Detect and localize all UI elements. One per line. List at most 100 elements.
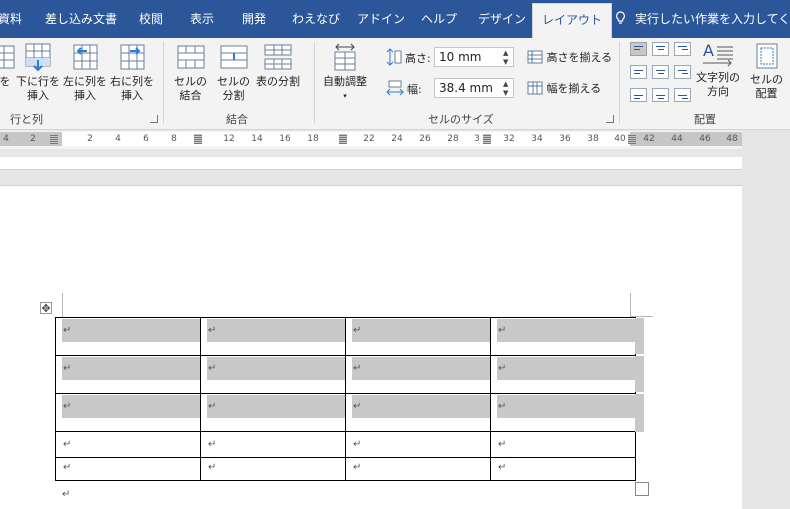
- tab-addins[interactable]: アドイン: [357, 0, 405, 38]
- table-cell[interactable]: ↵: [490, 393, 636, 432]
- split-cells-label-2: 分割: [222, 89, 245, 102]
- distribute-rows-button[interactable]: 高さを揃える: [527, 49, 612, 65]
- tab-table-layout[interactable]: レイアウト: [532, 3, 613, 38]
- insert-left-button[interactable]: 左に列を 挿入: [63, 42, 107, 103]
- table-cell[interactable]: ↵: [55, 317, 201, 356]
- split-table-button[interactable]: 表の分割: [256, 42, 300, 89]
- split-cells-button[interactable]: セルの 分割: [217, 42, 250, 103]
- ruler-tick: 18: [307, 134, 319, 144]
- previous-page-bottom: [0, 157, 742, 170]
- row-height-down-icon[interactable]: ▼: [503, 58, 511, 66]
- column-marker[interactable]: [483, 134, 491, 144]
- insert-right-label-1: 右に列を: [110, 75, 154, 88]
- insert-left-label-1: 左に列を: [63, 75, 107, 88]
- tell-me-search[interactable]: 実行したい作業を入力してくださ: [615, 0, 790, 38]
- group-label-rows-cols: 行と列: [10, 113, 43, 126]
- table-cell[interactable]: ↵: [55, 393, 201, 432]
- align-bottom-right-button[interactable]: [674, 88, 691, 102]
- row-height-up-icon[interactable]: ▲: [503, 49, 511, 57]
- distribute-columns-label: 幅を揃える: [546, 82, 602, 95]
- table-resize-handle-icon[interactable]: [635, 482, 649, 496]
- end-of-cell-mark: ↵: [208, 439, 217, 450]
- merge-cells-label-2: 結合: [179, 89, 202, 102]
- horizontal-ruler[interactable]: 4 2 2 4 6 8 12 14 16 18 22 24 26 28 3 32…: [0, 131, 742, 149]
- end-of-cell-mark: ↵: [63, 363, 72, 374]
- ruler-tick: 46: [699, 134, 711, 144]
- table-cell[interactable]: ↵: [345, 317, 491, 356]
- align-middle-left-button[interactable]: [630, 65, 647, 79]
- table-cell[interactable]: ↵: [345, 457, 491, 481]
- align-top-right-button[interactable]: [674, 42, 691, 56]
- end-of-cell-mark: ↵: [498, 462, 507, 473]
- table-cell[interactable]: ↵: [200, 393, 346, 432]
- insert-above-label-1: を: [0, 75, 11, 88]
- align-top-left-button[interactable]: [630, 42, 647, 56]
- table-cell[interactable]: ↵: [200, 457, 346, 481]
- row-height-input[interactable]: 10 mm ▲ ▼: [434, 47, 514, 67]
- column-marker[interactable]: [339, 134, 347, 144]
- table-move-handle-icon[interactable]: ✥: [40, 302, 52, 315]
- table-cell[interactable]: ↵: [490, 431, 636, 458]
- tab-references[interactable]: 資料: [0, 0, 22, 38]
- ruler-tick: 4: [3, 134, 9, 144]
- column-width-up-icon[interactable]: ▲: [503, 80, 511, 88]
- table-cell[interactable]: ↵: [345, 393, 491, 432]
- align-middle-center-button[interactable]: [652, 65, 669, 79]
- document-table[interactable]: ↵ ↵ ↵ ↵ ↵ ↵ ↵ ↵ ↵ ↵ ↵ ↵ ↵ ↵ ↵ ↵ ↵ ↵ ↵ ↵: [55, 317, 636, 481]
- paragraph-mark: ↵: [62, 489, 71, 500]
- tab-mailings[interactable]: 差し込み文書: [45, 0, 117, 38]
- svg-text:A: A: [703, 42, 714, 60]
- cell-margins-button[interactable]: セルの 配置: [750, 42, 783, 101]
- table-cell[interactable]: ↵: [490, 317, 636, 356]
- split-table-icon: [264, 44, 292, 70]
- tab-developer[interactable]: 開発: [242, 0, 266, 38]
- text-direction-label-2: 方向: [707, 85, 729, 98]
- table-row: ↵ ↵ ↵ ↵: [55, 355, 636, 394]
- table-cell[interactable]: ↵: [490, 355, 636, 394]
- ruler-tick: 22: [363, 134, 375, 144]
- table-cell[interactable]: ↵: [200, 355, 346, 394]
- column-marker[interactable]: [50, 134, 58, 144]
- insert-below-button[interactable]: 下に行を 挿入: [16, 42, 60, 103]
- end-of-cell-mark: ↵: [498, 401, 507, 412]
- tab-waenavi[interactable]: わえなび: [292, 0, 340, 38]
- ruler-tick: 34: [531, 134, 543, 144]
- table-cell[interactable]: ↵: [55, 457, 201, 481]
- column-width-down-icon[interactable]: ▼: [503, 89, 511, 97]
- split-cells-icon: [220, 45, 247, 69]
- ruler-tick: 12: [223, 134, 235, 144]
- group-separator: [314, 42, 315, 124]
- align-top-center-button[interactable]: [652, 42, 669, 56]
- column-marker[interactable]: [194, 134, 202, 144]
- cell-size-dialog-launcher[interactable]: [606, 115, 614, 123]
- distribute-columns-button[interactable]: 幅を揃える: [527, 80, 601, 96]
- tab-help[interactable]: ヘルプ: [421, 0, 457, 38]
- merge-cells-button[interactable]: セルの 結合: [174, 42, 207, 103]
- column-width-input[interactable]: 38.4 mm ▲ ▼: [434, 78, 514, 98]
- table-cell[interactable]: ↵: [345, 431, 491, 458]
- align-bottom-left-button[interactable]: [630, 88, 647, 102]
- table-cell[interactable]: ↵: [200, 317, 346, 356]
- text-direction-button[interactable]: A 文字列の 方向: [696, 42, 740, 99]
- tab-review[interactable]: 校閲: [139, 0, 163, 38]
- table-cell[interactable]: ↵: [200, 431, 346, 458]
- align-middle-right-button[interactable]: [674, 65, 691, 79]
- tab-view[interactable]: 表示: [190, 0, 214, 38]
- rows-cols-dialog-launcher[interactable]: [150, 115, 158, 123]
- distribute-columns-icon: [527, 81, 543, 95]
- autofit-button[interactable]: 自動調整 ▾: [323, 42, 367, 103]
- row-height-value: 10 mm: [439, 50, 482, 64]
- align-bottom-center-button[interactable]: [652, 88, 669, 102]
- tab-table-design[interactable]: デザイン: [478, 0, 526, 38]
- end-of-cell-mark: ↵: [63, 401, 72, 412]
- table-cell[interactable]: ↵: [345, 355, 491, 394]
- insert-above-button[interactable]: を: [0, 42, 16, 89]
- insert-column-right-icon: [120, 44, 145, 70]
- column-marker[interactable]: [628, 134, 636, 144]
- row-end-selection: [635, 318, 644, 354]
- end-of-cell-mark: ↵: [63, 439, 72, 450]
- insert-right-button[interactable]: 右に列を 挿入: [110, 42, 154, 103]
- table-cell[interactable]: ↵: [55, 355, 201, 394]
- table-cell[interactable]: ↵: [490, 457, 636, 481]
- table-cell[interactable]: ↵: [55, 431, 201, 458]
